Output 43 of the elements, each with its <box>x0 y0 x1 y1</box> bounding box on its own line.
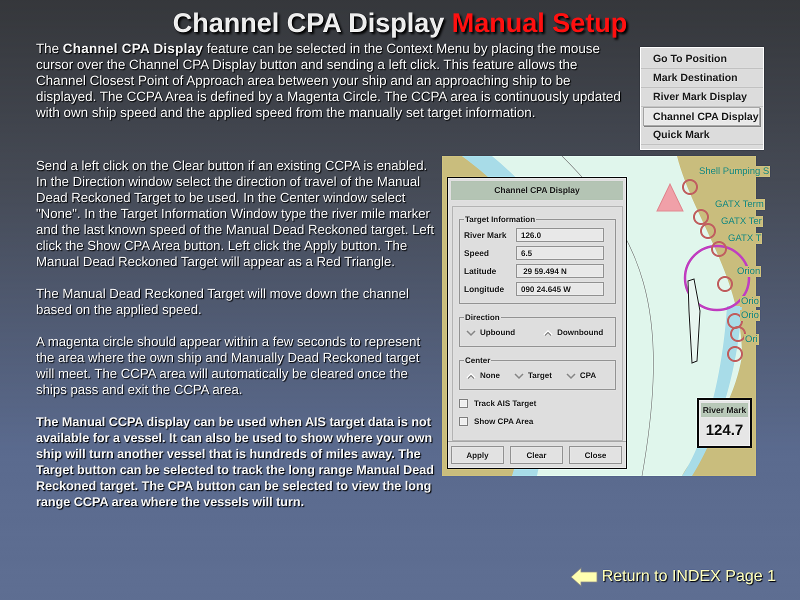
paragraph: The Manual CCPA display can be used when AIS target data is not available for a vessel. It can also be used to show where your own ship will turn another vessel that is hundreds of miles away. The Target button can be selected to track the long range Manual Dead Reckoned target. The CPA button can be selected to view the long range CCPA area where the vessels will turn. <box>36 414 435 510</box>
input-field[interactable]: 29 59.494 N <box>516 264 604 278</box>
menu-item[interactable]: Quick Mark <box>641 126 763 145</box>
group-title: Direction <box>464 313 501 322</box>
radio-label: Target <box>528 371 552 380</box>
dialog-button[interactable]: Clear <box>510 446 563 464</box>
checkbox-label: Track AIS Target <box>474 399 536 408</box>
map-label: Orio <box>740 310 760 321</box>
paragraph: A magenta circle should appear within a few seconds to represent the area where the own ship and Manually Dead Reckoned target will meet. The CCPA area will automatically be cleared once the ships pass and exit the CCPA area. <box>36 334 422 398</box>
input-field[interactable]: 6.5 <box>516 246 604 260</box>
map-label: GATX Ter <box>720 216 763 227</box>
map-label: Shell Pumping S <box>698 166 770 177</box>
radio-label: Downbound <box>557 328 604 337</box>
river-mark-value: 124.7 <box>706 422 744 439</box>
menu-item[interactable]: Mark Destination <box>641 69 763 88</box>
input-field[interactable]: 126.0 <box>516 228 604 242</box>
map-label: Orio <box>740 296 760 307</box>
input-field[interactable]: 090 24.645 W <box>516 282 604 296</box>
paragraph: The Manual Dead Reckoned Target will move down the channel based on the applied speed. <box>36 286 410 318</box>
menu-item[interactable]: Channel CPA Display <box>643 107 760 126</box>
checkbox-label: Show CPA Area <box>474 417 534 426</box>
radio-label: None <box>480 371 500 380</box>
menu-item[interactable]: Go To Position <box>641 50 763 69</box>
dialog-title: Channel CPA Display <box>451 181 623 200</box>
field-label: Longitude <box>464 284 506 294</box>
map-label: Orion <box>736 266 762 277</box>
field-label: Latitude <box>464 266 498 276</box>
page-title: Channel CPA Display Manual Setup <box>172 8 628 39</box>
map-label: GATX Term <box>714 199 765 210</box>
intro-paragraph: The Channel CPA Display feature can be selected in the Context Menu by placing the mouse cursor over the Channel CPA Display button and sending a left click. This feature allows the Channel Closest Point of Approach area between your ship and an approaching ship to be displayed. The CCPA Area is defined by a Magenta Circle. The CCPA area is continuously updated with own ship speed and the applied speed from the manually set target information. <box>36 41 622 121</box>
radio-label: Upbound <box>480 328 516 337</box>
group-title: Target Information <box>464 215 536 224</box>
field-label: River Mark <box>464 230 508 240</box>
field-label: Speed <box>464 248 490 258</box>
dialog-button[interactable]: Close <box>569 446 622 464</box>
return-link[interactable]: Return to INDEX Page 1 <box>602 568 776 586</box>
river-mark-label: River Mark <box>700 403 748 417</box>
dialog-button[interactable]: Apply <box>451 446 504 464</box>
map-label: Ori <box>744 334 759 345</box>
radio-label: CPA <box>580 371 596 380</box>
group-title: Center <box>464 356 492 365</box>
paragraph: Send a left click on the Clear button if an existing CCPA is enabled. In the Direction window select the direction of travel of the Manual Dead Reckoned Target to be used. In the Center window select "None". In the Target Information Window type the river mile marker and the last known speed of the Manual Dead Reckoned target. Left click the Show CPA Area button. Left click the Apply button. The Manual Dead Reckoned Target will appear as a Red Triangle. <box>36 158 436 270</box>
map-label: GATX T <box>727 233 762 244</box>
